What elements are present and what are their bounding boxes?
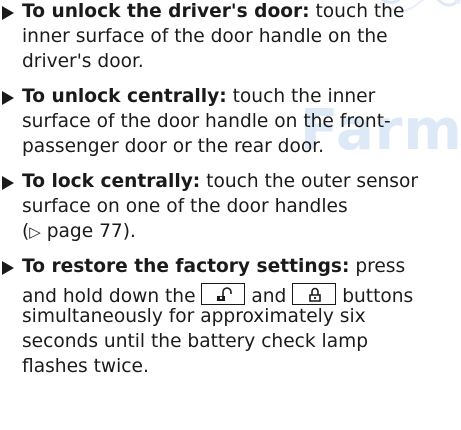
triangle-arrow-icon [2,91,14,105]
page-reference[interactable]: (▷ page 77). [22,220,136,244]
instruction-text: surface on one of the door handles [22,196,348,217]
instruction-text: press [349,256,406,277]
instruction-text: and hold down the [22,286,196,307]
instruction-text: flashes twice. [22,356,149,377]
page-ref-text: page 77). [46,221,136,242]
instruction-line: To unlock centrally: touch the inner [22,85,375,109]
instruction-text: touch the [309,1,405,22]
instruction-line: To restore the factory settings: press [22,255,405,279]
instruction-lead: To unlock the driver's door: [22,1,310,22]
lock-button-symbol [292,283,337,305]
instruction-lead: To lock centrally: [22,171,201,192]
unlock-key-icon [217,287,233,301]
triangle-arrow-icon [2,261,14,275]
unlock-button-symbol [201,283,246,305]
instruction-lead: To restore the factory settings: [22,256,350,277]
instruction-text: simultaneously for approximately six [22,306,366,327]
instruction-text: touch the inner [226,86,376,107]
instruction-list: To unlock the driver's door: touch the i… [0,0,461,430]
instruction-line: To unlock the driver's door: touch the [22,0,404,24]
instruction-text: passenger door or the rear door. [22,136,325,157]
instruction-text: touch the outer sensor [200,171,419,192]
page-ref-arrow-icon: ▷ [29,223,41,241]
instruction-text: and [251,286,287,307]
lock-key-icon [309,287,322,302]
triangle-arrow-icon [2,6,14,20]
triangle-arrow-icon [2,176,14,190]
instruction-line: To lock centrally: touch the outer senso… [22,170,418,194]
instruction-text: surface of the door handle on the front- [22,111,391,132]
instruction-text: driver's door. [22,51,144,72]
instruction-text: seconds until the battery check lamp [22,331,369,352]
instruction-text: buttons [342,286,414,307]
instruction-text: inner surface of the door handle on the [22,26,388,47]
instruction-lead: To unlock centrally: [22,86,227,107]
